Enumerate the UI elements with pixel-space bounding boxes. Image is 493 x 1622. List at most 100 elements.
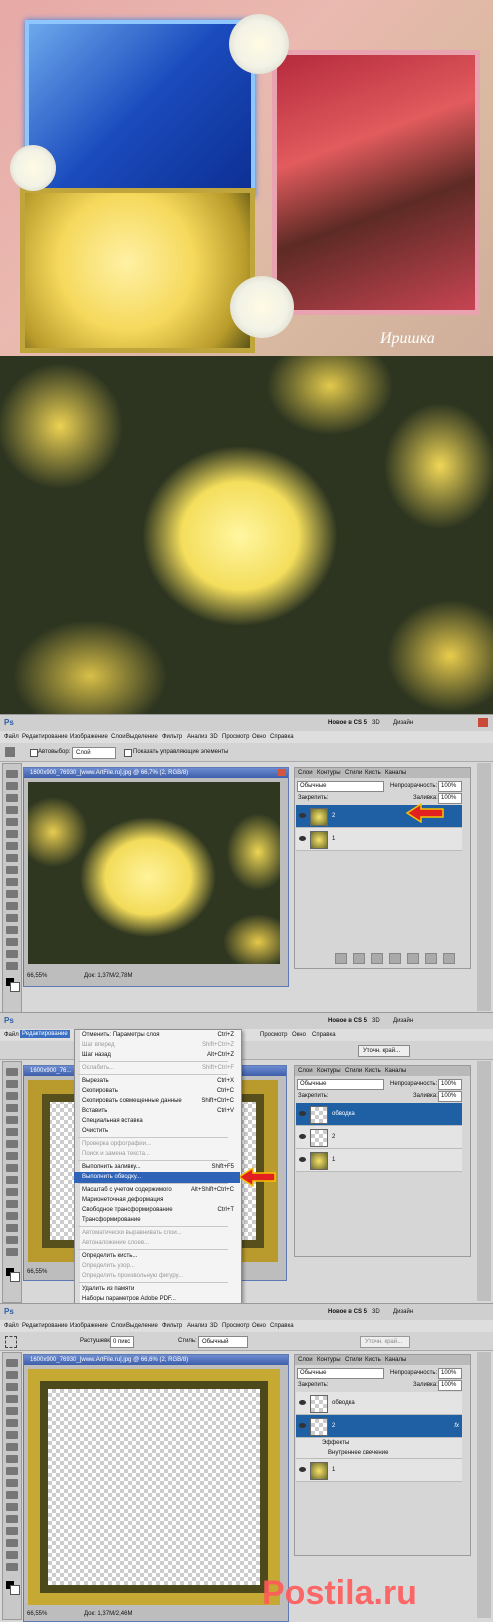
tab-paths[interactable]: Контуры — [317, 1068, 341, 1074]
tool-icon[interactable] — [6, 1152, 18, 1160]
tool-icon[interactable] — [6, 1467, 18, 1475]
style-dropdown[interactable]: Обычный — [198, 1336, 248, 1348]
refine-edge-button[interactable]: Уточн. край... — [360, 1336, 410, 1348]
opacity-input[interactable]: 100% — [438, 781, 462, 792]
visibility-eye-icon[interactable] — [299, 1467, 306, 1472]
tool-icon[interactable] — [6, 1116, 18, 1124]
visibility-eye-icon[interactable] — [299, 1157, 306, 1162]
zoom-level[interactable]: 66,55% — [27, 1269, 47, 1275]
tab-styles[interactable]: Стили — [345, 770, 362, 776]
workspace-new-cs5[interactable]: Новое в CS 5 — [328, 720, 367, 726]
menu-window[interactable]: Окно — [292, 1032, 306, 1038]
menu-select[interactable]: Выделение — [126, 734, 158, 740]
layer-row[interactable]: обводка — [296, 1103, 462, 1126]
tool-icon[interactable] — [6, 770, 18, 778]
tool-icon[interactable] — [6, 1371, 18, 1379]
blend-mode-dropdown[interactable]: Обычные — [297, 781, 384, 792]
tool-icon[interactable] — [6, 806, 18, 814]
tool-icon[interactable] — [6, 1068, 18, 1076]
layer-row[interactable]: 1 — [296, 828, 462, 851]
tab-styles[interactable]: Стили — [345, 1357, 362, 1363]
tool-icon[interactable] — [6, 1176, 18, 1184]
menu-file[interactable]: Файл — [4, 1032, 19, 1038]
tool-icon[interactable] — [6, 1563, 18, 1571]
tool-icon[interactable] — [6, 1104, 18, 1112]
tab-layers[interactable]: Слои — [298, 770, 313, 776]
visibility-eye-icon[interactable] — [299, 1111, 306, 1116]
layer-row[interactable]: 1 — [296, 1149, 462, 1172]
edit-menu-item[interactable]: Очистить — [74, 1126, 240, 1137]
canvas[interactable] — [28, 782, 280, 964]
visibility-eye-icon[interactable] — [299, 836, 306, 841]
opacity-input[interactable]: 100% — [438, 1368, 462, 1379]
workspace-3d[interactable]: 3D — [372, 1309, 380, 1315]
menu-filter[interactable]: Фильтр — [162, 1323, 182, 1329]
tool-icon[interactable] — [6, 1455, 18, 1463]
menu-help[interactable]: Справка — [270, 1323, 294, 1329]
tab-channels[interactable]: Каналы — [385, 770, 406, 776]
menu-window[interactable]: Окно — [252, 1323, 266, 1329]
opacity-input[interactable]: 100% — [438, 1079, 462, 1090]
tool-icon[interactable] — [6, 830, 18, 838]
tool-icon[interactable] — [6, 1407, 18, 1415]
menu-view[interactable]: Просмотр — [222, 734, 249, 740]
blend-mode-dropdown[interactable]: Обычные — [297, 1368, 384, 1379]
tool-icon[interactable] — [6, 962, 18, 970]
background-color-swatch[interactable] — [10, 1272, 20, 1282]
tab-paths[interactable]: Контуры — [317, 1357, 341, 1363]
visibility-eye-icon[interactable] — [299, 1423, 306, 1428]
layer-style-icon[interactable] — [353, 953, 365, 964]
edit-menu-item[interactable]: Наборы параметров Adobe PDF... — [74, 1294, 240, 1305]
layer-row[interactable]: 2 fx — [296, 1415, 462, 1438]
new-layer-icon[interactable] — [425, 953, 437, 964]
tool-icon[interactable] — [6, 1503, 18, 1511]
background-color-swatch[interactable] — [10, 1585, 20, 1595]
blend-mode-dropdown[interactable]: Обычные — [297, 1079, 384, 1090]
tool-icon[interactable] — [6, 1224, 18, 1232]
workspace-design[interactable]: Дизайн — [393, 720, 413, 726]
menu-analysis[interactable]: Анализ — [187, 734, 207, 740]
menu-3d[interactable]: 3D — [210, 734, 218, 740]
effect-item-row[interactable]: Внутреннее свечение — [296, 1448, 462, 1459]
menu-view[interactable]: Просмотр — [260, 1032, 287, 1038]
link-layers-icon[interactable] — [335, 953, 347, 964]
menu-edit[interactable]: Редактирование — [20, 1030, 70, 1038]
tool-icon[interactable] — [6, 1200, 18, 1208]
workspace-design[interactable]: Дизайн — [393, 1018, 413, 1024]
zoom-level[interactable]: 66,55% — [27, 973, 47, 979]
menu-window[interactable]: Окно — [252, 734, 266, 740]
tool-icon[interactable] — [6, 1479, 18, 1487]
tool-icon[interactable] — [6, 890, 18, 898]
feather-input[interactable]: 0 пикс — [110, 1336, 134, 1348]
layer-row[interactable]: обводка — [296, 1392, 462, 1415]
move-tool-icon[interactable] — [5, 747, 15, 757]
autoselect-checkbox[interactable] — [30, 749, 38, 757]
close-icon[interactable] — [478, 718, 488, 727]
tool-icon[interactable] — [6, 1515, 18, 1523]
tool-icon[interactable] — [6, 1551, 18, 1559]
tool-icon[interactable] — [6, 1431, 18, 1439]
tool-icon[interactable] — [6, 782, 18, 790]
tab-brush[interactable]: Кисть — [365, 770, 381, 776]
tab-channels[interactable]: Каналы — [385, 1357, 406, 1363]
edit-menu-item[interactable]: Выполнить обводку... — [74, 1172, 240, 1183]
fx-icon[interactable]: fx — [454, 1423, 459, 1429]
tool-icon[interactable] — [6, 1527, 18, 1535]
menu-layers[interactable]: Слои — [111, 734, 126, 740]
tool-icon[interactable] — [6, 1443, 18, 1451]
tool-icon[interactable] — [6, 902, 18, 910]
menu-edit[interactable]: Редактирование — [22, 1323, 68, 1329]
tab-brush[interactable]: Кисть — [365, 1357, 381, 1363]
menu-select[interactable]: Выделение — [126, 1323, 158, 1329]
tab-paths[interactable]: Контуры — [317, 770, 341, 776]
canvas[interactable] — [28, 1369, 280, 1605]
tool-icon[interactable] — [6, 1383, 18, 1391]
tab-brush[interactable]: Кисть — [365, 1068, 381, 1074]
tool-icon[interactable] — [6, 866, 18, 874]
tool-icon[interactable] — [6, 1359, 18, 1367]
transform-checkbox[interactable] — [124, 749, 132, 757]
fill-input[interactable]: 100% — [438, 1091, 462, 1102]
tool-icon[interactable] — [6, 818, 18, 826]
effects-row[interactable]: Эффекты — [296, 1438, 462, 1448]
tool-icon[interactable] — [6, 854, 18, 862]
